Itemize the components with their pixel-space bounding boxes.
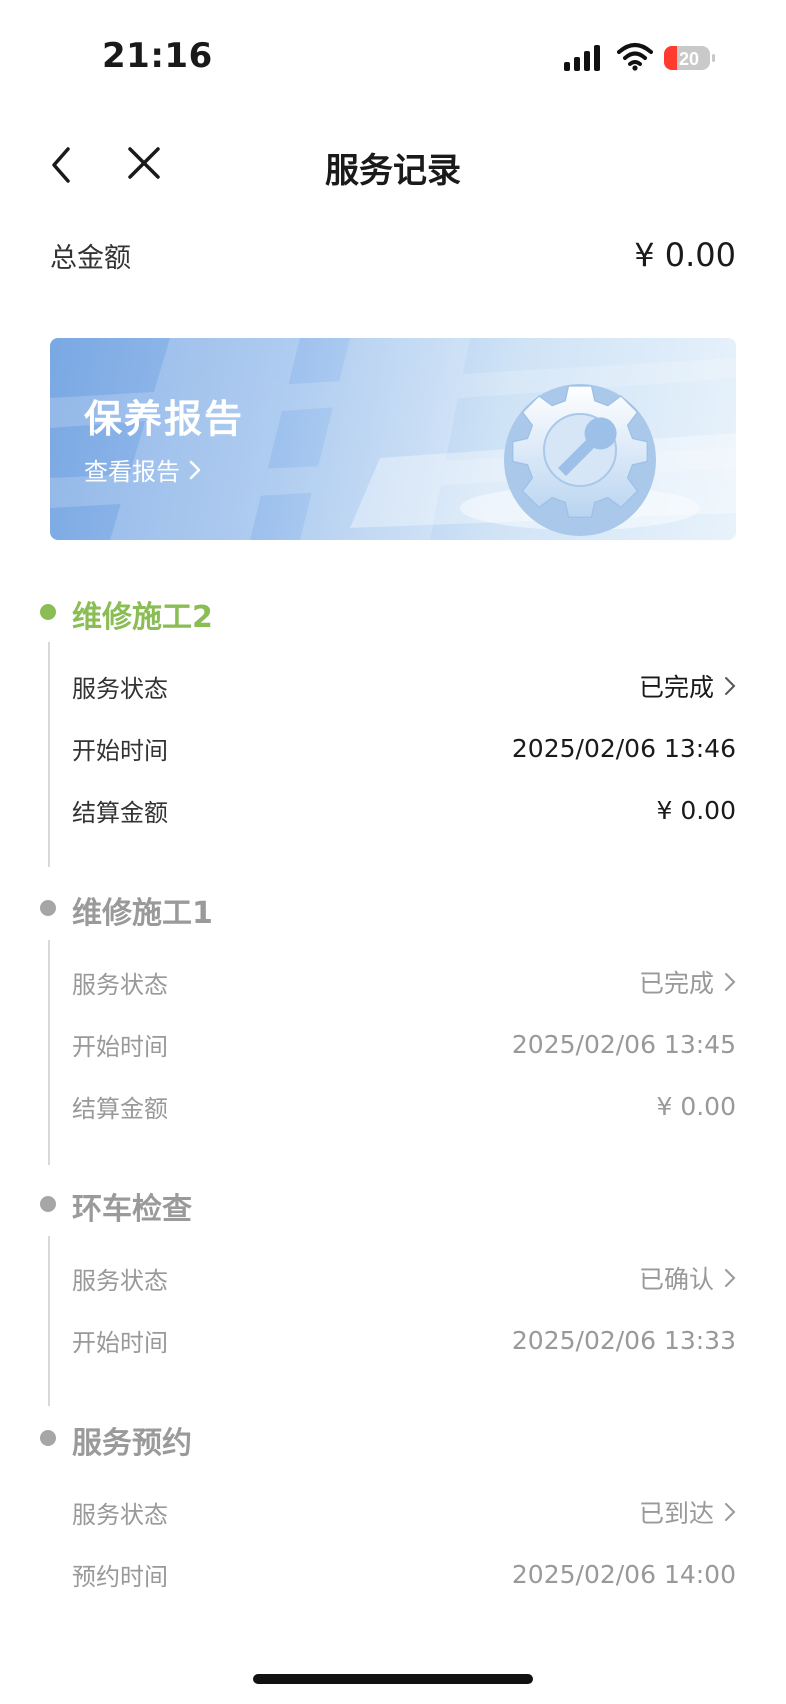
row-label: 结算金额 xyxy=(72,798,168,827)
chevron-right-icon xyxy=(725,677,736,695)
row-label: 服务状态 xyxy=(72,970,168,999)
back-arrow-icon[interactable] xyxy=(44,141,80,189)
chevron-right-icon xyxy=(725,1269,736,1287)
close-icon[interactable] xyxy=(124,143,164,183)
row-label: 服务状态 xyxy=(72,1266,168,1295)
view-report-link[interactable]: 查看报告 xyxy=(84,452,202,487)
section-title: 环车检查 xyxy=(72,1192,192,1227)
status-time: 21:16 xyxy=(102,36,213,76)
total-amount-label: 总金额 xyxy=(50,242,131,274)
row-value: ¥ 0.00 xyxy=(656,795,736,825)
status-text: 已到达 xyxy=(638,1499,714,1528)
total-amount-value: ¥ 0.00 xyxy=(634,236,736,274)
battery-level: 20 xyxy=(679,49,699,69)
status-text: 已完成 xyxy=(638,673,714,702)
gear-icon xyxy=(460,384,700,536)
nav-bar: 服务记录 xyxy=(0,125,786,205)
row-value: ¥ 0.00 xyxy=(656,1091,736,1121)
section-title: 维修施工1 xyxy=(72,896,213,931)
timeline-connector xyxy=(48,1236,50,1406)
service-status-row[interactable]: 服务状态 已完成 xyxy=(72,962,736,1002)
row-value: 已到达 xyxy=(639,1494,736,1530)
view-report-label: 查看报告 xyxy=(84,458,180,486)
service-status-row[interactable]: 服务状态 已到达 xyxy=(72,1492,736,1532)
row-value: 已完成 xyxy=(639,668,736,704)
row-value: 2025/02/06 13:45 xyxy=(511,1029,736,1059)
status-text: 已完成 xyxy=(638,969,714,998)
service-status-row[interactable]: 服务状态 已完成 xyxy=(72,666,736,706)
chevron-right-icon xyxy=(725,1503,736,1521)
service-status-row[interactable]: 服务状态 已确认 xyxy=(72,1258,736,1298)
start-time-row: 开始时间 2025/02/06 13:45 xyxy=(72,1024,736,1064)
timeline-dot xyxy=(40,900,56,916)
appointment-time-row: 预约时间 2025/02/06 14:00 xyxy=(72,1554,736,1594)
banner-title: 保养报告 xyxy=(84,397,245,441)
timeline-connector xyxy=(48,940,50,1165)
row-value: 已确认 xyxy=(639,1260,736,1296)
row-label: 预约时间 xyxy=(72,1562,168,1591)
row-label: 开始时间 xyxy=(72,736,168,765)
section-title: 服务预约 xyxy=(72,1426,192,1461)
battery-icon: 20 xyxy=(664,46,715,70)
timeline-dot xyxy=(40,1196,56,1212)
chevron-right-icon xyxy=(189,460,201,479)
home-indicator[interactable] xyxy=(253,1674,533,1684)
row-value: 2025/02/06 14:00 xyxy=(511,1559,736,1589)
start-time-row: 开始时间 2025/02/06 13:46 xyxy=(72,728,736,768)
page-title: 服务记录 xyxy=(325,151,461,191)
settlement-amount-row: 结算金额 ¥ 0.00 xyxy=(72,790,736,830)
signal-icon xyxy=(564,45,600,71)
wifi-icon xyxy=(617,43,653,71)
timeline-dot xyxy=(40,1430,56,1446)
settlement-amount-row: 结算金额 ¥ 0.00 xyxy=(72,1086,736,1126)
row-value: 2025/02/06 13:46 xyxy=(511,733,736,763)
row-label: 开始时间 xyxy=(72,1032,168,1061)
row-label: 开始时间 xyxy=(72,1328,168,1357)
row-value: 2025/02/06 13:33 xyxy=(511,1325,736,1355)
timeline-dot xyxy=(40,604,56,620)
row-value: 已完成 xyxy=(639,964,736,1000)
maintenance-report-banner[interactable]: 保养报告 查看报告 xyxy=(50,338,736,540)
status-bar: 21:16 20 xyxy=(0,0,786,100)
row-label: 服务状态 xyxy=(72,674,168,703)
row-label: 服务状态 xyxy=(72,1500,168,1529)
row-label: 结算金额 xyxy=(72,1094,168,1123)
start-time-row: 开始时间 2025/02/06 13:33 xyxy=(72,1320,736,1360)
section-title: 维修施工2 xyxy=(72,600,213,635)
status-text: 已确认 xyxy=(638,1265,714,1294)
timeline-connector xyxy=(48,642,50,867)
chevron-right-icon xyxy=(725,973,736,991)
total-amount-row: 总金额 ¥ 0.00 xyxy=(50,230,736,280)
